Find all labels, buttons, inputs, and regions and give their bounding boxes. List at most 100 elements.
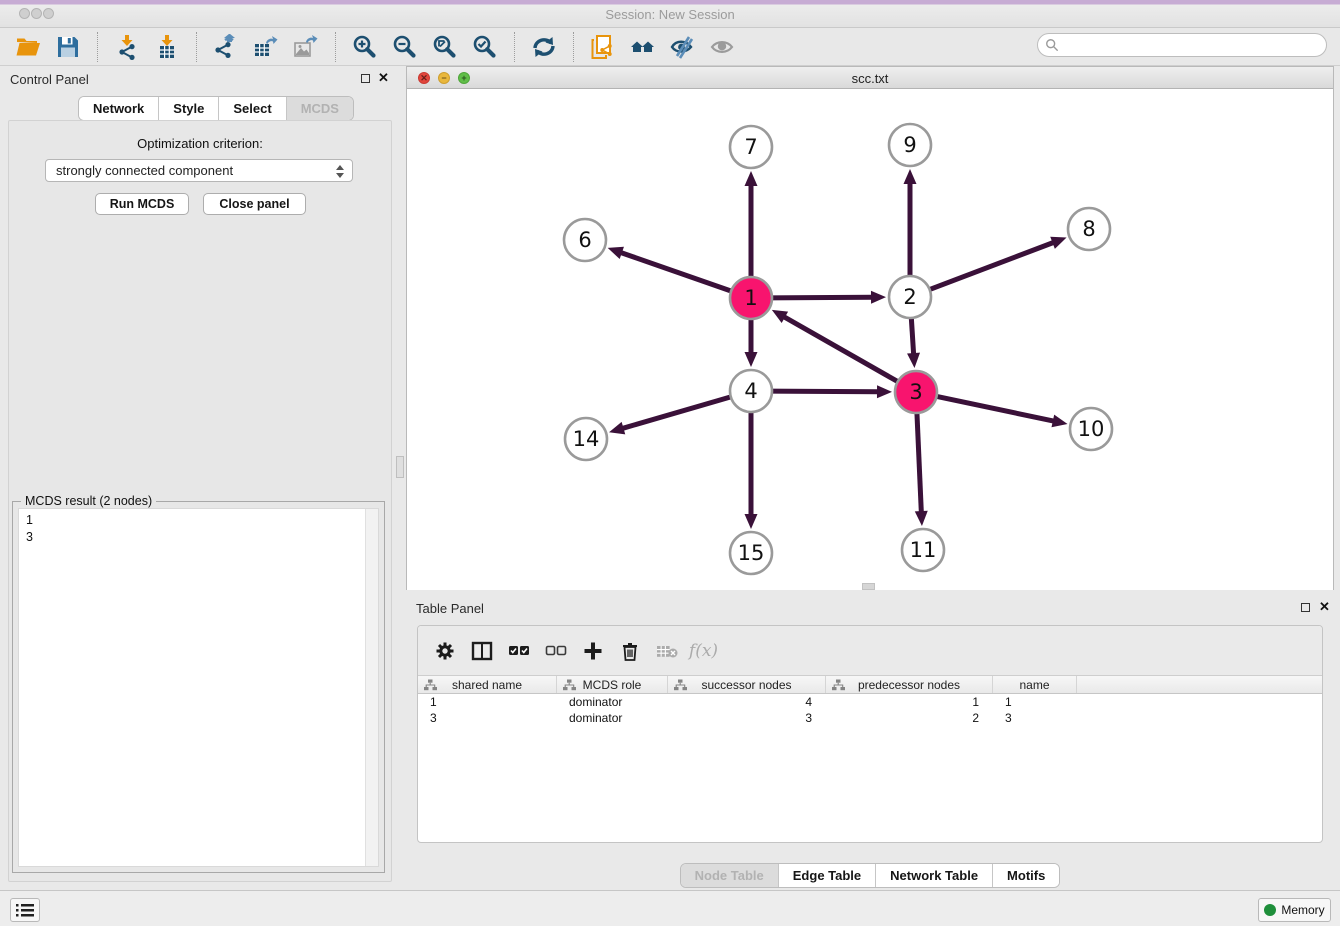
search-box	[1037, 33, 1327, 57]
select-all-icon[interactable]	[500, 634, 537, 668]
svg-text:11: 11	[910, 538, 937, 562]
main-toolbar	[0, 28, 1340, 66]
graph-node-7[interactable]: 7	[730, 126, 772, 168]
graph-edge-4-14[interactable]	[622, 396, 735, 429]
table-panel-close-icon[interactable]: ✕	[1319, 599, 1330, 615]
memory-status-icon	[1264, 904, 1276, 916]
svg-text:4: 4	[744, 379, 757, 403]
toolbar-separator	[196, 32, 197, 62]
window-title: Session: New Session	[0, 7, 1340, 22]
svg-text:15: 15	[738, 541, 765, 565]
table-panel-title: Table Panel	[416, 601, 484, 616]
home-icon[interactable]	[623, 31, 663, 63]
task-history-button[interactable]	[10, 898, 40, 922]
column-header-MCDS-role[interactable]: MCDS role	[557, 676, 668, 693]
import-network-icon[interactable]	[107, 31, 147, 63]
column-header-successor-nodes[interactable]: successor nodes	[668, 676, 826, 693]
graph-node-14[interactable]: 14	[565, 418, 607, 460]
network-canvas[interactable]: 1 2 3 4 6 7 8 9 10 11 14 15	[407, 89, 1333, 590]
deselect-all-icon[interactable]	[537, 634, 574, 668]
table-tabs: Node TableEdge TableNetwork TableMotifs	[680, 863, 1061, 888]
import-table-icon[interactable]	[147, 31, 187, 63]
tab-network-table[interactable]: Network Table	[875, 864, 992, 887]
table-settings-icon[interactable]	[426, 634, 463, 668]
export-network-icon[interactable]	[206, 31, 246, 63]
search-input[interactable]	[1037, 33, 1327, 57]
table-cell-name: 3	[993, 710, 1077, 726]
export-table-icon[interactable]	[246, 31, 286, 63]
graph-edge-2-8[interactable]	[926, 242, 1055, 291]
clone-network-icon[interactable]	[583, 31, 623, 63]
zoom-in-icon[interactable]	[345, 31, 385, 63]
graph-node-9[interactable]: 9	[889, 124, 931, 166]
show-hidden-icon[interactable]	[703, 31, 743, 63]
close-panel-button[interactable]: Close panel	[203, 193, 306, 215]
graph-edge-3-11[interactable]	[917, 409, 922, 513]
table-row[interactable]: 1dominator411	[418, 694, 1322, 710]
open-session-icon[interactable]	[8, 31, 48, 63]
optimization-criterion-select[interactable]: strongly connected component	[45, 159, 353, 182]
export-image-icon[interactable]	[286, 31, 326, 63]
graph-node-3[interactable]: 3	[895, 371, 937, 413]
canvas-resize-grip[interactable]	[862, 583, 875, 590]
tab-edge-table[interactable]: Edge Table	[778, 864, 875, 887]
graph-edge-2-3[interactable]	[911, 314, 914, 355]
result-scrollbar[interactable]	[365, 509, 378, 866]
zoom-out-icon[interactable]	[385, 31, 425, 63]
refresh-layout-icon[interactable]	[524, 31, 564, 63]
column-header-name[interactable]: name	[993, 676, 1077, 693]
status-bar: Memory	[0, 890, 1340, 926]
optimization-criterion-value: strongly connected component	[56, 163, 233, 178]
column-pane-icon[interactable]	[463, 634, 500, 668]
tab-select[interactable]: Select	[218, 97, 285, 120]
tab-mcds[interactable]: MCDS	[286, 97, 353, 120]
graph-edge-3-1[interactable]	[783, 316, 901, 383]
graph-edge-4-3[interactable]	[768, 391, 879, 392]
control-panel-float-icon[interactable]	[361, 74, 370, 83]
mcds-result-textarea[interactable]: 13	[18, 508, 379, 867]
run-mcds-button[interactable]: Run MCDS	[95, 193, 189, 215]
control-panel-close-icon[interactable]: ✕	[378, 70, 389, 86]
svg-text:2: 2	[903, 285, 916, 309]
flatten-hierarchy-icon	[424, 679, 437, 694]
table-row[interactable]: 3dominator323	[418, 710, 1322, 726]
network-window-title: scc.txt	[407, 71, 1333, 86]
table-cell-successor-nodes: 4	[668, 694, 826, 710]
graph-node-11[interactable]: 11	[902, 529, 944, 571]
panel-splitter-grip[interactable]	[396, 456, 404, 478]
table-cell-predecessor-nodes: 1	[826, 694, 993, 710]
table-panel: Table Panel ✕ f(x) shared nameMCDS roles…	[406, 595, 1334, 890]
column-header-predecessor-nodes[interactable]: predecessor nodes	[826, 676, 993, 693]
select-arrows-icon	[334, 163, 346, 180]
svg-text:10: 10	[1078, 417, 1105, 441]
zoom-selected-icon[interactable]	[465, 31, 505, 63]
graph-edge-arrowhead	[1050, 237, 1066, 249]
graph-node-2[interactable]: 2	[889, 276, 931, 318]
control-panel-title: Control Panel	[10, 72, 89, 87]
table-cell-MCDS-role: dominator	[557, 694, 668, 710]
tab-node-table[interactable]: Node Table	[681, 864, 778, 887]
graph-edge-1-6[interactable]	[620, 252, 735, 292]
create-column-icon[interactable]	[574, 634, 611, 668]
graph-node-1[interactable]: 1	[730, 277, 772, 319]
graph-edge-1-2[interactable]	[768, 297, 873, 298]
graph-node-4[interactable]: 4	[730, 370, 772, 412]
graph-node-15[interactable]: 15	[730, 532, 772, 574]
graph-edge-arrowhead	[877, 385, 892, 398]
tab-style[interactable]: Style	[158, 97, 218, 120]
network-window-titlebar[interactable]: ✕ − + scc.txt	[407, 67, 1333, 89]
graph-node-10[interactable]: 10	[1070, 408, 1112, 450]
tab-network[interactable]: Network	[79, 97, 158, 120]
graph-edge-arrowhead	[745, 514, 758, 529]
save-session-icon[interactable]	[48, 31, 88, 63]
graph-node-6[interactable]: 6	[564, 219, 606, 261]
graph-node-8[interactable]: 8	[1068, 208, 1110, 250]
tab-motifs[interactable]: Motifs	[992, 864, 1059, 887]
delete-column-icon[interactable]	[611, 634, 648, 668]
table-panel-float-icon[interactable]	[1301, 603, 1310, 612]
hide-panels-icon[interactable]	[663, 31, 703, 63]
zoom-fit-icon[interactable]	[425, 31, 465, 63]
column-header-shared-name[interactable]: shared name	[418, 676, 557, 693]
graph-edge-3-10[interactable]	[933, 396, 1055, 422]
memory-button[interactable]: Memory	[1258, 898, 1331, 922]
